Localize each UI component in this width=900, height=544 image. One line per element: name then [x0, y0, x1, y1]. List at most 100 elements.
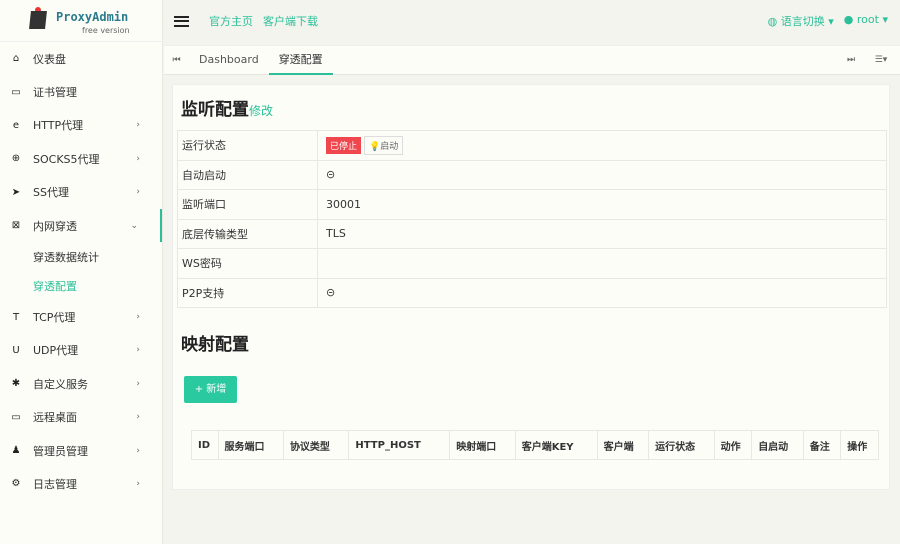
- column-header: 动作: [713, 430, 753, 460]
- table-row: 自动启动 ⊝: [177, 159, 887, 190]
- sidebar-item-icon: ⊕: [11, 153, 21, 165]
- sidebar-item-icon: ♟: [11, 445, 21, 457]
- row-key: 底层传输类型: [177, 218, 318, 249]
- sidebar-item[interactable]: T TCP代理 ›: [0, 300, 162, 333]
- row-key: 运行状态: [177, 130, 318, 161]
- tab-bar: ⏮ Dashboard 穿透配置 ⏭ ☰▾: [164, 45, 900, 75]
- sidebar-subitem[interactable]: 穿透数据统计: [0, 242, 162, 271]
- sidebar-item[interactable]: ⊠ 内网穿透 ⌄: [0, 208, 162, 243]
- row-value-cell: 已停止 💡启动: [317, 130, 887, 161]
- sidebar: ProxyAdmin free version ⌂ 仪表盘 ▭ 证书管理 e HTTP代理…: [0, 0, 163, 544]
- column-header: 客户端KEY: [514, 430, 598, 460]
- sidebar-item[interactable]: ▭ 证书管理: [0, 75, 162, 108]
- column-header: 服务端口: [217, 430, 284, 460]
- tab-tunnel-config[interactable]: 穿透配置: [268, 45, 333, 75]
- column-header: 操作: [840, 430, 879, 460]
- sidebar-item-label: TCP代理: [33, 311, 76, 325]
- row-value-cell: [317, 248, 887, 279]
- table-row: WS密码: [177, 248, 887, 279]
- user-menu[interactable]: ● root ▾: [844, 13, 888, 29]
- sidebar-item[interactable]: ⌂ 仪表盘: [0, 42, 162, 75]
- row-key: 监听端口: [177, 189, 318, 220]
- sidebar-subitem[interactable]: 穿透配置: [0, 271, 162, 300]
- menu-toggle-icon[interactable]: [174, 15, 189, 27]
- sidebar-item[interactable]: e HTTP代理 ›: [0, 109, 162, 142]
- sidebar-item-icon: ⚙: [11, 478, 21, 490]
- chevron-icon: ›: [136, 187, 140, 198]
- link-client-download[interactable]: 客户端下载: [263, 13, 318, 29]
- sidebar-item-icon: ▭: [11, 86, 21, 98]
- logo-mark: [29, 11, 47, 29]
- column-header: 映射端口: [449, 430, 516, 460]
- sidebar-item-label: 管理员管理: [33, 444, 88, 458]
- logo[interactable]: ProxyAdmin free version: [0, 0, 162, 42]
- edit-link[interactable]: 修改: [249, 104, 273, 118]
- chevron-icon: ›: [136, 312, 140, 323]
- column-header: HTTP_HOST: [348, 430, 451, 460]
- logo-title: ProxyAdmin: [56, 10, 129, 24]
- sidebar-item-icon: ⊠: [11, 220, 21, 232]
- row-value: ⊝: [326, 286, 336, 300]
- sidebar-item-icon: ⌂: [12, 53, 20, 65]
- language-switch[interactable]: ◍ 语言切换 ▾: [768, 13, 834, 29]
- chevron-icon: ⌄: [130, 220, 138, 231]
- table-row: 底层传输类型 TLS: [177, 218, 887, 249]
- row-value: ⊝: [326, 168, 336, 182]
- column-header: 自启动: [751, 430, 804, 460]
- sidebar-item-label: UDP代理: [33, 344, 79, 358]
- chevron-icon: ›: [136, 412, 140, 423]
- table-header-row: ID 服务端口 协议类型 HTTP_HOST 映射端口 客户端KEY 客户端 运行状态 动作 自启…: [191, 430, 879, 460]
- table-row: 运行状态 已停止 💡启动: [177, 130, 887, 161]
- row-value: 30001: [326, 197, 361, 211]
- chevron-icon: ›: [136, 153, 140, 164]
- table-row: 监听端口 30001: [177, 189, 887, 220]
- row-value-cell: ⊝: [317, 159, 887, 190]
- sidebar-item[interactable]: ⚙ 日志管理 ›: [0, 467, 162, 500]
- tab-dashboard[interactable]: Dashboard: [189, 45, 269, 75]
- row-key: P2P支持: [177, 277, 318, 308]
- sidebar-item-icon: U: [12, 344, 20, 356]
- add-button[interactable]: + 新增: [184, 376, 237, 403]
- status-badge: 已停止: [326, 136, 362, 154]
- sidebar-item[interactable]: ⊕ SOCKS5代理 ›: [0, 142, 162, 175]
- scroll-last-icon[interactable]: ⏭: [836, 55, 866, 65]
- chevron-icon: ›: [136, 120, 140, 131]
- sidebar-item[interactable]: ▭ 远程桌面 ›: [0, 401, 162, 434]
- sidebar-item-label: 自定义服务: [33, 377, 88, 391]
- sidebar-item-icon: ✱: [11, 378, 21, 390]
- table-row: P2P支持 ⊝: [177, 277, 887, 308]
- sidebar-item[interactable]: ✱ 自定义服务 ›: [0, 367, 162, 400]
- row-value: TLS: [326, 227, 346, 241]
- sidebar-nav: ⌂ 仪表盘 ▭ 证书管理 e HTTP代理 › ⊕ SOCKS5代理 › ➤ SS代理 › ⊠ 内网穿透 ⌄ 穿…: [0, 42, 162, 501]
- start-button[interactable]: 💡启动: [364, 135, 404, 155]
- header: 官方主页 客户端下载 ◍ 语言切换 ▾ ● root ▾: [164, 0, 900, 42]
- mapping-table: ID 服务端口 协议类型 HTTP_HOST 映射端口 客户端KEY 客户端 运行状态 动作 自启…: [191, 430, 879, 460]
- user-icon: ●: [843, 13, 857, 26]
- globe-icon: ◍: [767, 15, 781, 28]
- sidebar-item-icon: ▭: [11, 411, 21, 423]
- chevron-icon: ›: [136, 345, 140, 356]
- tab-menu-icon[interactable]: ☰▾: [866, 55, 896, 65]
- scroll-first-icon[interactable]: ⏮: [164, 55, 189, 65]
- sidebar-item-label: 仪表盘: [33, 52, 66, 66]
- sidebar-item[interactable]: ♟ 管理员管理 ›: [0, 434, 162, 467]
- row-value-cell: TLS: [317, 218, 887, 249]
- chevron-icon: ›: [136, 445, 140, 456]
- sidebar-item-label: SS代理: [33, 186, 69, 200]
- listen-config-table: 运行状态 已停止 💡启动 自动启动 ⊝ 监听端口 30001 底层传输类型 TLS WS密码 P2P…: [177, 130, 887, 308]
- row-value-cell: ⊝: [317, 277, 887, 308]
- column-header: ID: [191, 430, 219, 460]
- sidebar-item-label: HTTP代理: [33, 119, 84, 133]
- link-homepage[interactable]: 官方主页: [209, 13, 253, 29]
- column-header: 协议类型: [282, 430, 350, 460]
- column-header: 运行状态: [648, 430, 715, 460]
- sidebar-item-label: 远程桌面: [33, 411, 77, 425]
- sidebar-item-icon: e: [12, 119, 20, 131]
- listen-config-title: 监听配置修改: [181, 100, 274, 120]
- sidebar-item[interactable]: U UDP代理 ›: [0, 334, 162, 367]
- sidebar-item[interactable]: ➤ SS代理 ›: [0, 176, 162, 209]
- row-key: 自动启动: [177, 159, 318, 190]
- sidebar-item-icon: ➤: [11, 186, 21, 198]
- sidebar-item-icon: T: [12, 311, 20, 323]
- chevron-icon: ›: [136, 378, 140, 389]
